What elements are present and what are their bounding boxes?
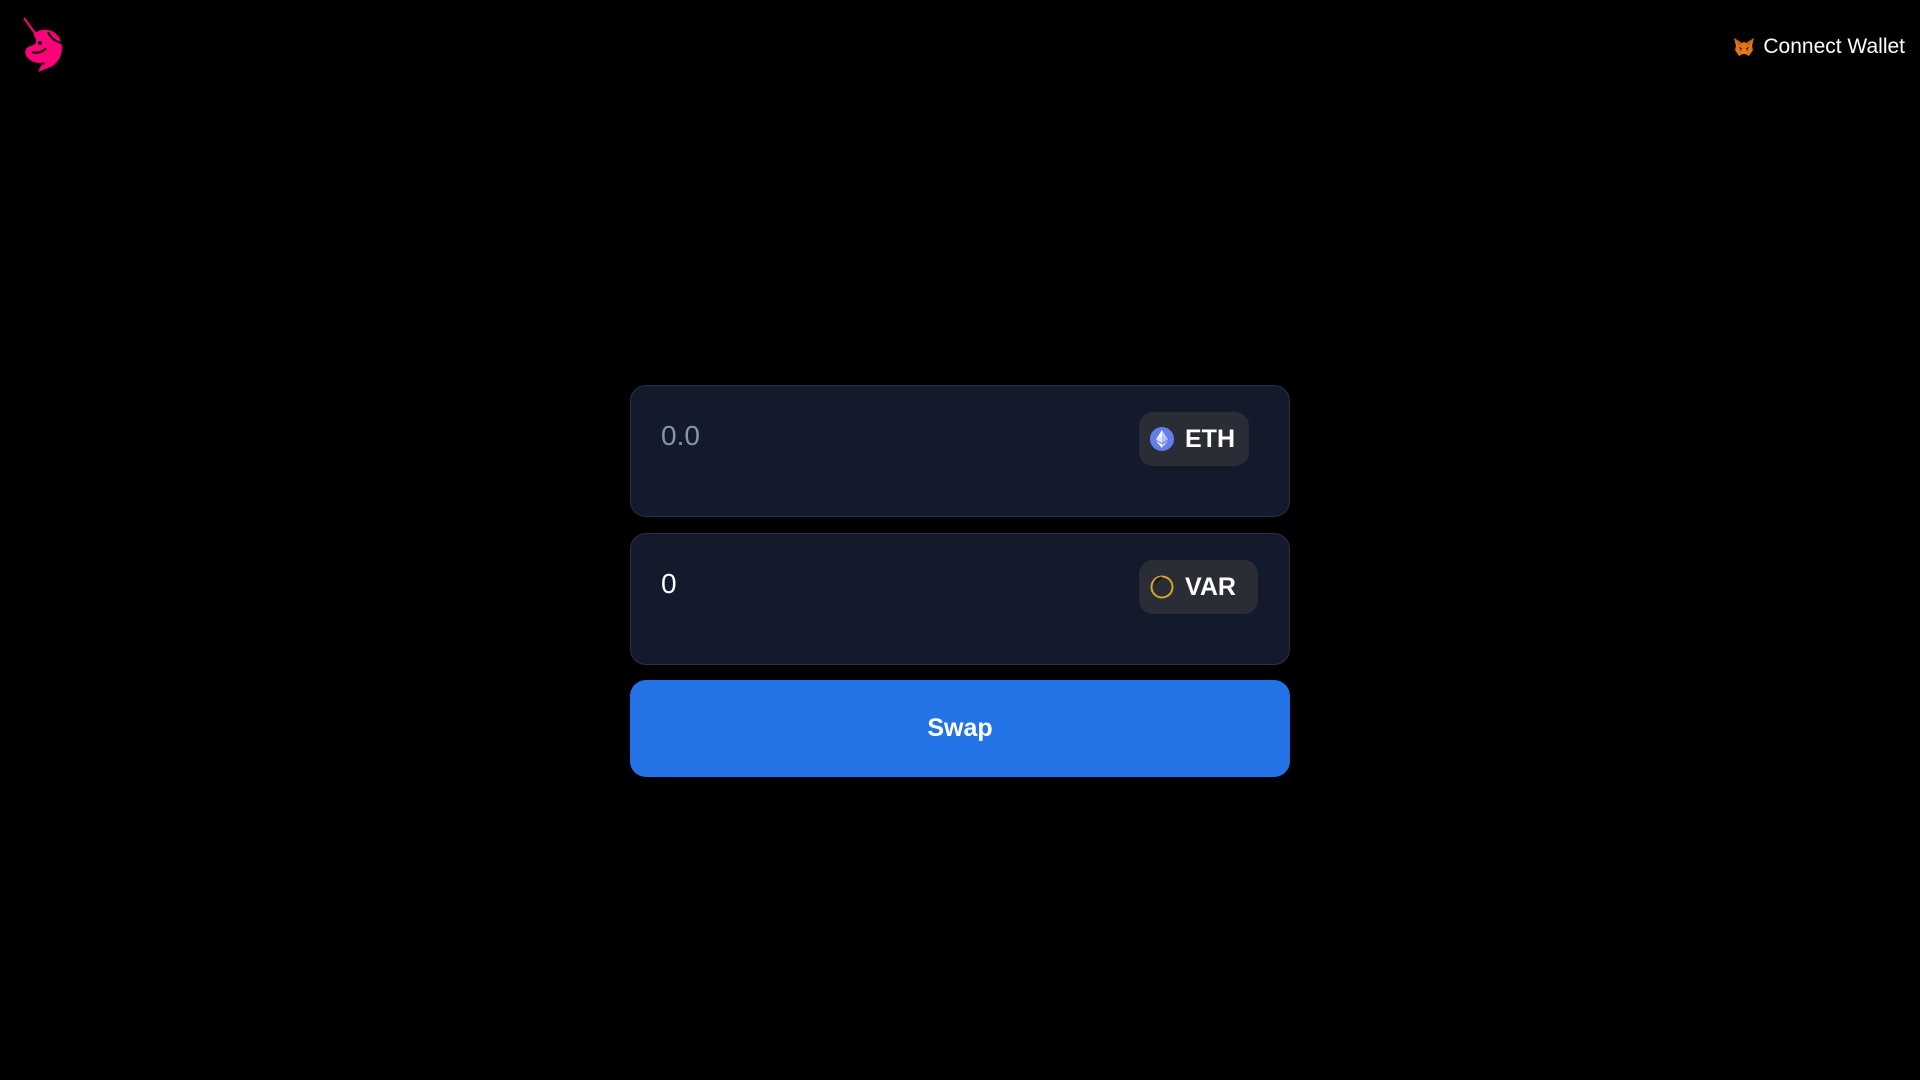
connect-wallet-label: Connect Wallet [1763, 35, 1905, 58]
var-token-icon [1149, 574, 1175, 600]
swap-button[interactable]: Swap [630, 680, 1290, 777]
connect-wallet-button[interactable]: Connect Wallet [1733, 32, 1905, 62]
from-token-selector[interactable]: ETH [1139, 412, 1249, 466]
uniswap-unicorn-icon[interactable] [18, 16, 68, 72]
metamask-fox-icon [1733, 37, 1755, 57]
swap-from-panel: ETH [630, 385, 1290, 517]
to-token-selector[interactable]: VAR [1139, 560, 1258, 614]
from-token-symbol: ETH [1185, 424, 1235, 453]
swap-page: Connect Wallet ETH [0, 0, 1920, 1080]
to-token-symbol: VAR [1185, 572, 1236, 601]
from-amount-input[interactable] [661, 420, 1141, 452]
swap-to-panel: VAR [630, 533, 1290, 665]
to-amount-input[interactable] [661, 568, 1141, 600]
ethereum-icon [1149, 426, 1175, 452]
